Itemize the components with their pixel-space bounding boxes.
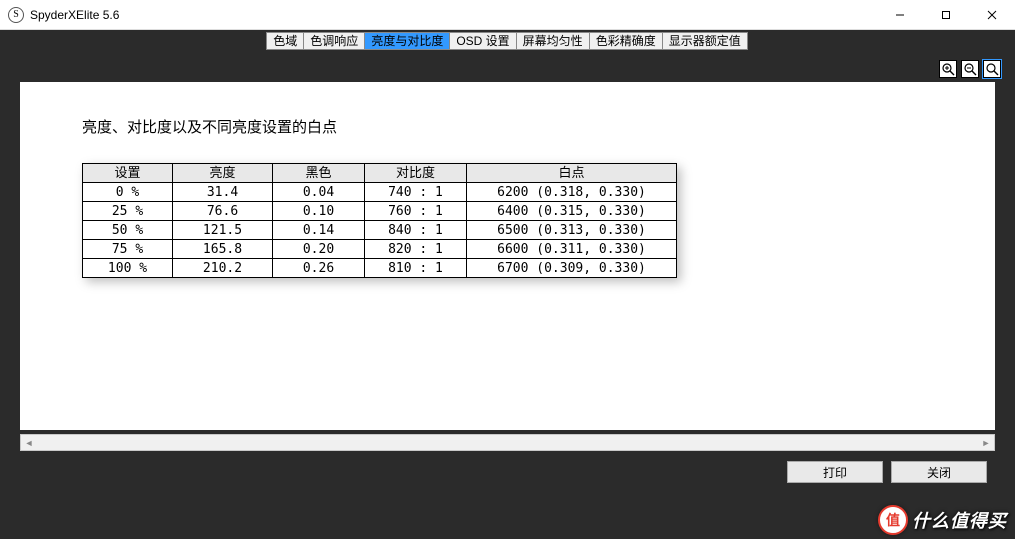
app-body: 色域色调响应亮度与对比度OSD 设置屏幕均匀性色彩精确度显示器额定值 (0, 30, 1015, 539)
tab-5[interactable]: 色彩精确度 (589, 32, 663, 50)
col-contrast: 对比度 (365, 164, 467, 183)
zoom-out-button[interactable] (961, 60, 979, 78)
cell-white: 6500 (0.313, 0.330) (467, 221, 677, 240)
col-black: 黑色 (273, 164, 365, 183)
cell-brightness: 165.8 (173, 240, 273, 259)
tab-2[interactable]: 亮度与对比度 (364, 32, 450, 50)
cell-brightness: 31.4 (173, 183, 273, 202)
table-row: 50 %121.50.14840 : 16500 (0.313, 0.330) (83, 221, 677, 240)
table-row: 0 %31.40.04740 : 16200 (0.318, 0.330) (83, 183, 677, 202)
cell-contrast: 820 : 1 (365, 240, 467, 259)
window-titlebar: S SpyderXElite 5.6 (0, 0, 1015, 30)
watermark: 值 什么值得买 (878, 505, 1007, 535)
cell-black: 0.14 (273, 221, 365, 240)
minimize-button[interactable] (877, 0, 923, 29)
tab-bar: 色域色调响应亮度与对比度OSD 设置屏幕均匀性色彩精确度显示器额定值 (0, 30, 1015, 52)
zoom-in-button[interactable] (939, 60, 957, 78)
tab-3[interactable]: OSD 设置 (449, 32, 516, 50)
scroll-left-icon[interactable]: ◄ (21, 435, 37, 450)
window-title: SpyderXElite 5.6 (30, 8, 119, 22)
table-row: 25 %76.60.10760 : 16400 (0.315, 0.330) (83, 202, 677, 221)
tab-1[interactable]: 色调响应 (303, 32, 365, 50)
cell-setting: 25 % (83, 202, 173, 221)
cell-brightness: 121.5 (173, 221, 273, 240)
brightness-table: 设置 亮度 黑色 对比度 白点 0 %31.40.04740 : 16200 (… (82, 163, 677, 278)
tab-0[interactable]: 色域 (266, 32, 304, 50)
table-row: 75 %165.80.20820 : 16600 (0.311, 0.330) (83, 240, 677, 259)
cell-contrast: 840 : 1 (365, 221, 467, 240)
cell-white: 6200 (0.318, 0.330) (467, 183, 677, 202)
zoom-fit-icon (985, 62, 999, 76)
cell-black: 0.20 (273, 240, 365, 259)
content-panel: 亮度、对比度以及不同亮度设置的白点 设置 亮度 黑色 对比度 白点 0 %31.… (0, 52, 1015, 491)
table-row: 100 %210.20.26810 : 16700 (0.309, 0.330) (83, 259, 677, 278)
watermark-text: 什么值得买 (912, 507, 1007, 533)
cell-white: 6700 (0.309, 0.330) (467, 259, 677, 278)
close-dialog-button[interactable]: 关闭 (891, 461, 987, 483)
zoom-fit-button[interactable] (983, 60, 1001, 78)
maximize-button[interactable] (923, 0, 969, 29)
col-whitepoint: 白点 (467, 164, 677, 183)
horizontal-scrollbar[interactable]: ◄ ► (20, 434, 995, 451)
zoom-toolbar (12, 60, 1003, 82)
cell-white: 6600 (0.311, 0.330) (467, 240, 677, 259)
zoom-out-icon (963, 62, 977, 76)
table-header-row: 设置 亮度 黑色 对比度 白点 (83, 164, 677, 183)
document-area: 亮度、对比度以及不同亮度设置的白点 设置 亮度 黑色 对比度 白点 0 %31.… (12, 82, 1003, 451)
cell-white: 6400 (0.315, 0.330) (467, 202, 677, 221)
document-page: 亮度、对比度以及不同亮度设置的白点 设置 亮度 黑色 对比度 白点 0 %31.… (20, 82, 995, 430)
cell-setting: 100 % (83, 259, 173, 278)
titlebar-left: S SpyderXElite 5.6 (8, 7, 119, 23)
close-button[interactable] (969, 0, 1015, 29)
tab-4[interactable]: 屏幕均匀性 (516, 32, 590, 50)
titlebar-controls (877, 0, 1015, 29)
cell-setting: 50 % (83, 221, 173, 240)
scroll-right-icon[interactable]: ► (978, 435, 994, 450)
cell-setting: 0 % (83, 183, 173, 202)
cell-black: 0.04 (273, 183, 365, 202)
cell-brightness: 76.6 (173, 202, 273, 221)
cell-contrast: 760 : 1 (365, 202, 467, 221)
watermark-badge-icon: 值 (878, 505, 908, 535)
cell-brightness: 210.2 (173, 259, 273, 278)
tab-6[interactable]: 显示器额定值 (662, 32, 748, 50)
app-icon: S (8, 7, 24, 23)
cell-black: 0.10 (273, 202, 365, 221)
page-heading: 亮度、对比度以及不同亮度设置的白点 (82, 116, 933, 137)
cell-setting: 75 % (83, 240, 173, 259)
cell-contrast: 810 : 1 (365, 259, 467, 278)
action-bar: 打印 关闭 (12, 451, 1003, 483)
col-brightness: 亮度 (173, 164, 273, 183)
cell-contrast: 740 : 1 (365, 183, 467, 202)
cell-black: 0.26 (273, 259, 365, 278)
print-button[interactable]: 打印 (787, 461, 883, 483)
col-setting: 设置 (83, 164, 173, 183)
zoom-in-icon (941, 62, 955, 76)
